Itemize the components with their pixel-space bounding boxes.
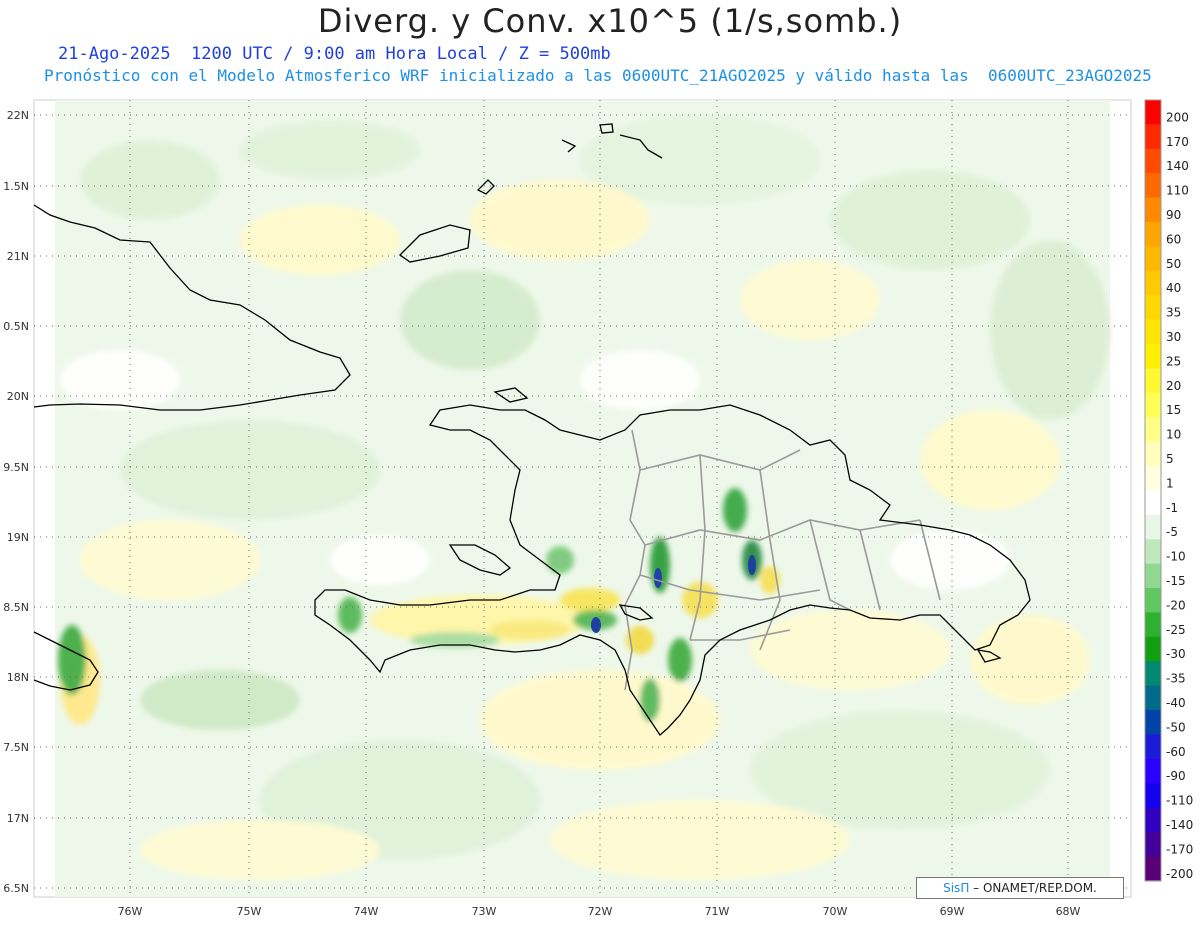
- lon-label: 76W: [118, 905, 143, 918]
- colorbar-label: -110: [1166, 794, 1193, 808]
- colorbar-label: -90: [1166, 769, 1186, 783]
- lat-label: 7.5N: [3, 741, 29, 754]
- lat-label: 19N: [7, 531, 29, 544]
- lat-label: 20N: [7, 390, 29, 403]
- colorbar-label: 40: [1166, 281, 1181, 295]
- colorbar-label: 1: [1166, 476, 1174, 490]
- lon-label: 73W: [472, 905, 497, 918]
- colorbar-swatch: [1145, 392, 1161, 418]
- colorbar-swatch: [1145, 710, 1161, 735]
- colorbar-swatch: [1145, 807, 1161, 833]
- colorbar-label: 60: [1166, 232, 1181, 246]
- colorbar-swatch: [1145, 539, 1161, 565]
- colorbar-label: -15: [1166, 574, 1186, 588]
- colorbar-swatch: [1145, 612, 1161, 638]
- colorbar-label: 170: [1166, 135, 1189, 149]
- colorbar-label: 25: [1166, 354, 1181, 368]
- colorbar-swatch: [1145, 563, 1161, 589]
- lon-label: 71W: [705, 905, 730, 918]
- colorbar-swatch: [1145, 490, 1161, 516]
- colorbar-label: -40: [1166, 696, 1186, 710]
- latitude-labels: 22N 1.5N 21N 0.5N 20N 9.5N 19N 8.5N 18N …: [3, 109, 29, 895]
- divergence-field: [55, 100, 1110, 897]
- credit-box: SisΠ – ONAMET/REP.DOM.: [916, 877, 1124, 899]
- colorbar-label: -35: [1166, 672, 1186, 686]
- colorbar-swatch: [1145, 100, 1161, 125]
- lon-label: 70W: [823, 905, 848, 918]
- lon-label: 68W: [1056, 905, 1081, 918]
- colorbar-swatch: [1145, 832, 1161, 857]
- colorbar-label: 140: [1166, 159, 1189, 173]
- lat-label: 8.5N: [3, 601, 29, 614]
- colorbar-label: -140: [1166, 818, 1193, 832]
- colorbar-label: -170: [1166, 842, 1193, 856]
- lat-label: 18N: [7, 671, 29, 684]
- colorbar-swatch: [1145, 124, 1161, 150]
- colorbar-label: 20: [1166, 379, 1181, 393]
- longitude-labels: 76W 75W 74W 73W 72W 71W 70W 69W 68W: [118, 905, 1081, 918]
- colorbar-swatch: [1145, 417, 1161, 443]
- lat-label: 17N: [7, 812, 29, 825]
- lat-label: 0.5N: [3, 320, 29, 333]
- colorbar-label: 110: [1166, 184, 1189, 198]
- colorbar-swatch: [1145, 173, 1161, 199]
- colorbar-swatch: [1145, 466, 1161, 491]
- lat-label: 6.5N: [3, 882, 29, 895]
- colorbar: 200 170 140 110 90 60 50 40 35 30 25 20 15 10 5 1 -1 -5 -1…: [1144, 99, 1193, 882]
- lon-label: 72W: [588, 905, 613, 918]
- colorbar-label: 5: [1166, 452, 1174, 466]
- colorbar-label: 15: [1166, 403, 1181, 417]
- colorbar-swatch: [1145, 368, 1161, 394]
- credit-text: – ONAMET/REP.DOM.: [969, 881, 1097, 895]
- colorbar-label: 50: [1166, 257, 1181, 271]
- colorbar-label: -200: [1166, 867, 1193, 881]
- colorbar-swatch: [1145, 319, 1161, 345]
- colorbar-swatch: [1145, 344, 1161, 369]
- colorbar-swatch: [1145, 222, 1161, 247]
- lat-label: 21N: [7, 250, 29, 263]
- lat-label: 22N: [7, 109, 29, 122]
- lon-label: 75W: [237, 905, 262, 918]
- colorbar-swatch: [1145, 514, 1161, 540]
- colorbar-label: -30: [1166, 647, 1186, 661]
- sisppi-logo: SisΠ: [943, 881, 970, 895]
- colorbar-swatch: [1145, 661, 1161, 687]
- colorbar-swatch: [1145, 246, 1161, 272]
- colorbar-label: -50: [1166, 720, 1186, 734]
- colorbar-swatch: [1145, 783, 1161, 809]
- colorbar-swatch: [1145, 197, 1161, 223]
- forecast-map: 22N 1.5N 21N 0.5N 20N 9.5N 19N 8.5N 18N …: [3, 99, 1193, 918]
- colorbar-swatch: [1145, 441, 1161, 467]
- colorbar-label: 10: [1166, 428, 1181, 442]
- colorbar-label: -5: [1166, 525, 1178, 539]
- colorbar-swatch: [1145, 856, 1161, 882]
- lon-label: 74W: [354, 905, 379, 918]
- colorbar-label: 200: [1166, 110, 1189, 124]
- colorbar-label: 30: [1166, 330, 1181, 344]
- colorbar-swatch: [1145, 758, 1161, 784]
- colorbar-swatch: [1145, 636, 1161, 662]
- colorbar-label: 90: [1166, 208, 1181, 222]
- colorbar-swatch: [1145, 148, 1161, 174]
- colorbar-label: -20: [1166, 598, 1186, 612]
- colorbar-label: -60: [1166, 745, 1186, 759]
- colorbar-label: -10: [1166, 550, 1186, 564]
- colorbar-label: -1: [1166, 501, 1178, 515]
- colorbar-swatch: [1145, 588, 1161, 613]
- colorbar-label: 35: [1166, 306, 1181, 320]
- lat-label: 1.5N: [3, 180, 29, 193]
- lon-label: 69W: [940, 905, 965, 918]
- colorbar-swatch: [1145, 295, 1161, 321]
- colorbar-label: -25: [1166, 623, 1186, 637]
- colorbar-swatch: [1145, 734, 1161, 760]
- lat-label: 9.5N: [3, 461, 29, 474]
- colorbar-swatch: [1145, 270, 1161, 296]
- colorbar-swatch: [1145, 685, 1161, 711]
